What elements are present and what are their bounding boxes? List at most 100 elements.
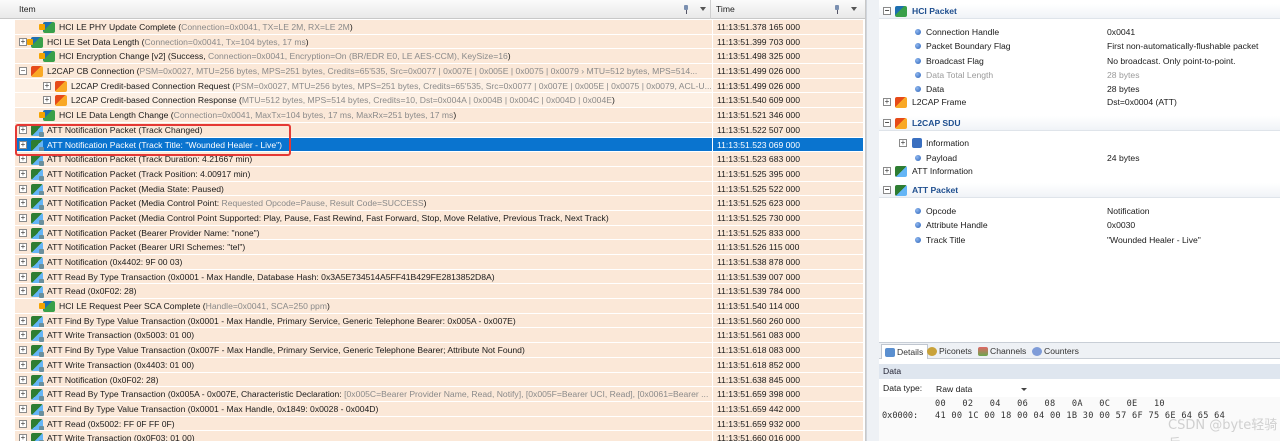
- chevron-down-icon[interactable]: [700, 7, 706, 11]
- pin-icon[interactable]: [834, 5, 840, 14]
- packet-row[interactable]: + HCI LE Set Data Length (Connection=0x00…: [0, 34, 865, 50]
- packet-row[interactable]: + ATT Notification Packet (Media State: P…: [0, 181, 865, 197]
- expand-icon[interactable]: +: [883, 167, 891, 175]
- packet-item-cell[interactable]: + ATT Read (0x5002: FF 0F FF 0F): [15, 416, 712, 432]
- expand-icon[interactable]: +: [19, 125, 27, 134]
- packet-item-cell[interactable]: + ATT Notification Packet (Track Title: "…: [15, 137, 712, 153]
- expand-icon[interactable]: +: [19, 243, 27, 252]
- packet-row[interactable]: + ATT Find By Type Value Transaction (0x0…: [0, 313, 865, 329]
- packet-row[interactable]: + ATT Read By Type Transaction (0x005A - …: [0, 387, 865, 402]
- expand-icon[interactable]: +: [19, 316, 27, 325]
- hci-field-row[interactable]: Packet Boundary Flag First non-automatica…: [879, 39, 1280, 54]
- tab-channels[interactable]: Channels: [975, 344, 1030, 359]
- packet-time[interactable]: 11:13:51.540 114 000: [713, 299, 863, 314]
- expand-icon[interactable]: +: [19, 155, 27, 164]
- packet-time[interactable]: 11:13:51.618 083 000: [713, 343, 863, 358]
- packet-item-cell[interactable]: + ATT Notification Packet (Track Position…: [15, 166, 712, 182]
- expand-icon[interactable]: +: [19, 287, 27, 296]
- packet-row[interactable]: HCI LE PHY Update Complete (Connection=0…: [0, 20, 865, 35]
- packet-row[interactable]: + ATT Notification Packet (Track Changed)…: [0, 122, 865, 138]
- packet-time[interactable]: 11:13:51.539 007 000: [713, 269, 863, 285]
- packet-item-cell[interactable]: HCI LE PHY Update Complete (Connection=0…: [15, 20, 712, 35]
- expand-icon[interactable]: +: [19, 184, 27, 193]
- packet-row[interactable]: + ATT Notification (0x4402: 9F 00 03) 11:1…: [0, 255, 865, 270]
- expand-icon[interactable]: +: [19, 169, 27, 178]
- collapse-icon[interactable]: −: [883, 119, 891, 127]
- att-field-row[interactable]: Track Title "Wounded Healer - Live": [879, 233, 1280, 248]
- expand-icon[interactable]: +: [19, 228, 27, 237]
- packet-time[interactable]: 11:13:51.539 784 000: [713, 284, 863, 300]
- tab-details[interactable]: Details: [881, 344, 929, 359]
- packet-time[interactable]: 11:13:51.499 026 000: [713, 64, 863, 79]
- packet-row[interactable]: + ATT Notification Packet (Bearer Provide…: [0, 225, 865, 241]
- packet-time[interactable]: 11:13:51.378 165 000: [713, 20, 863, 35]
- packet-row[interactable]: + ATT Read (0x0F02: 28) 11:13:51.539 784 0…: [0, 284, 865, 300]
- expand-icon[interactable]: +: [43, 96, 51, 105]
- packet-item-cell[interactable]: + ATT Write Transaction (0x0F03: 01 00): [15, 431, 712, 441]
- expand-icon[interactable]: +: [899, 139, 907, 147]
- expand-icon[interactable]: +: [19, 140, 27, 149]
- packet-row[interactable]: + ATT Find By Type Value Transaction (0x0…: [0, 343, 865, 358]
- column-header-time[interactable]: Time: [712, 0, 862, 19]
- packet-row[interactable]: + L2CAP Credit-based Connection Response …: [0, 93, 865, 109]
- packet-time[interactable]: 11:13:51.660 016 000: [713, 431, 863, 441]
- expand-icon[interactable]: +: [883, 98, 891, 106]
- expand-icon[interactable]: +: [19, 346, 27, 355]
- packet-time[interactable]: 11:13:51.525 522 000: [713, 181, 863, 197]
- section-l2cap-sdu[interactable]: − L2CAP SDU: [879, 116, 1280, 131]
- packet-item-cell[interactable]: HCI LE Data Length Change (Connection=0x…: [15, 108, 712, 123]
- packet-time[interactable]: 11:13:51.523 069 000: [713, 137, 863, 153]
- packet-time[interactable]: 11:13:51.522 507 000: [713, 122, 863, 138]
- packet-item-cell[interactable]: + ATT Find By Type Value Transaction (0x0…: [15, 343, 712, 358]
- packet-row[interactable]: + ATT Find By Type Value Transaction (0x0…: [0, 401, 865, 417]
- packet-item-cell[interactable]: + ATT Find By Type Value Transaction (0x0…: [15, 313, 712, 329]
- section-hci-packet[interactable]: − HCI Packet: [879, 4, 1280, 19]
- packet-item-cell[interactable]: + ATT Notification Packet (Bearer URI Sch…: [15, 240, 712, 255]
- packet-item-cell[interactable]: + ATT Notification Packet (Media State: P…: [15, 181, 712, 197]
- packet-time[interactable]: 11:13:51.399 703 000: [713, 34, 863, 50]
- tab-piconets[interactable]: Piconets: [924, 344, 976, 359]
- data-type-select[interactable]: Raw data: [932, 382, 1032, 396]
- packet-time[interactable]: 11:13:51.521 346 000: [713, 108, 863, 123]
- expand-icon[interactable]: +: [19, 404, 27, 413]
- packet-item-cell[interactable]: + ATT Notification Packet (Media Control …: [15, 196, 712, 211]
- packet-item-cell[interactable]: + ATT Read By Type Transaction (0x0001 - …: [15, 269, 712, 285]
- tab-counters[interactable]: Counters: [1029, 344, 1083, 359]
- packet-time[interactable]: 11:13:51.525 395 000: [713, 166, 863, 182]
- packet-item-cell[interactable]: + ATT Notification Packet (Track Changed): [15, 122, 712, 138]
- hci-field-row[interactable]: Broadcast Flag No broadcast. Only point-t…: [879, 54, 1280, 69]
- packet-time[interactable]: 11:13:51.659 398 000: [713, 387, 863, 402]
- packet-time[interactable]: 11:13:51.523 683 000: [713, 152, 863, 167]
- packet-time[interactable]: 11:13:51.525 730 000: [713, 210, 863, 226]
- packet-row[interactable]: HCI LE Data Length Change (Connection=0x…: [0, 108, 865, 123]
- packet-time[interactable]: 11:13:51.525 833 000: [713, 225, 863, 241]
- packet-time[interactable]: 11:13:51.525 623 000: [713, 196, 863, 211]
- packet-item-cell[interactable]: + L2CAP Credit-based Connection Request (…: [15, 78, 712, 94]
- packet-time[interactable]: 11:13:51.638 845 000: [713, 372, 863, 388]
- packet-item-cell[interactable]: + HCI LE Set Data Length (Connection=0x00…: [15, 34, 712, 50]
- column-header-item[interactable]: Item: [15, 0, 711, 19]
- packet-row[interactable]: − L2CAP CB Connection (PSM=0x0027, MTU=25…: [0, 64, 865, 79]
- packet-item-cell[interactable]: + L2CAP Credit-based Connection Response …: [15, 93, 712, 109]
- sdu-field-information[interactable]: + Information: [879, 136, 1280, 151]
- hci-field-row[interactable]: Connection Handle 0x0041: [879, 25, 1280, 40]
- packet-row[interactable]: + ATT Notification Packet (Track Duration…: [0, 152, 865, 167]
- expand-icon[interactable]: +: [19, 37, 27, 46]
- packet-item-cell[interactable]: HCI LE Request Peer SCA Complete (Handle…: [15, 299, 712, 314]
- chevron-down-icon[interactable]: [851, 7, 857, 11]
- packet-row[interactable]: + ATT Read By Type Transaction (0x0001 - …: [0, 269, 865, 285]
- packet-item-cell[interactable]: + ATT Notification (0x4402: 9F 00 03): [15, 255, 712, 270]
- expand-icon[interactable]: +: [19, 199, 27, 208]
- packet-item-cell[interactable]: + ATT Write Transaction (0x5003: 01 00): [15, 328, 712, 344]
- packet-row[interactable]: HCI LE Request Peer SCA Complete (Handle…: [0, 299, 865, 314]
- packet-time[interactable]: 11:13:51.499 026 000: [713, 78, 863, 94]
- expand-icon[interactable]: +: [19, 419, 27, 428]
- expand-icon[interactable]: +: [19, 434, 27, 441]
- expand-icon[interactable]: +: [19, 331, 27, 340]
- packet-time[interactable]: 11:13:51.659 932 000: [713, 416, 863, 432]
- packet-item-cell[interactable]: + ATT Write Transaction (0x4403: 01 00): [15, 357, 712, 373]
- packet-row[interactable]: + ATT Write Transaction (0x4403: 01 00) 11…: [0, 357, 865, 373]
- att-field-row[interactable]: Opcode Notification: [879, 204, 1280, 219]
- expand-icon[interactable]: +: [19, 258, 27, 266]
- pin-icon[interactable]: [683, 5, 689, 14]
